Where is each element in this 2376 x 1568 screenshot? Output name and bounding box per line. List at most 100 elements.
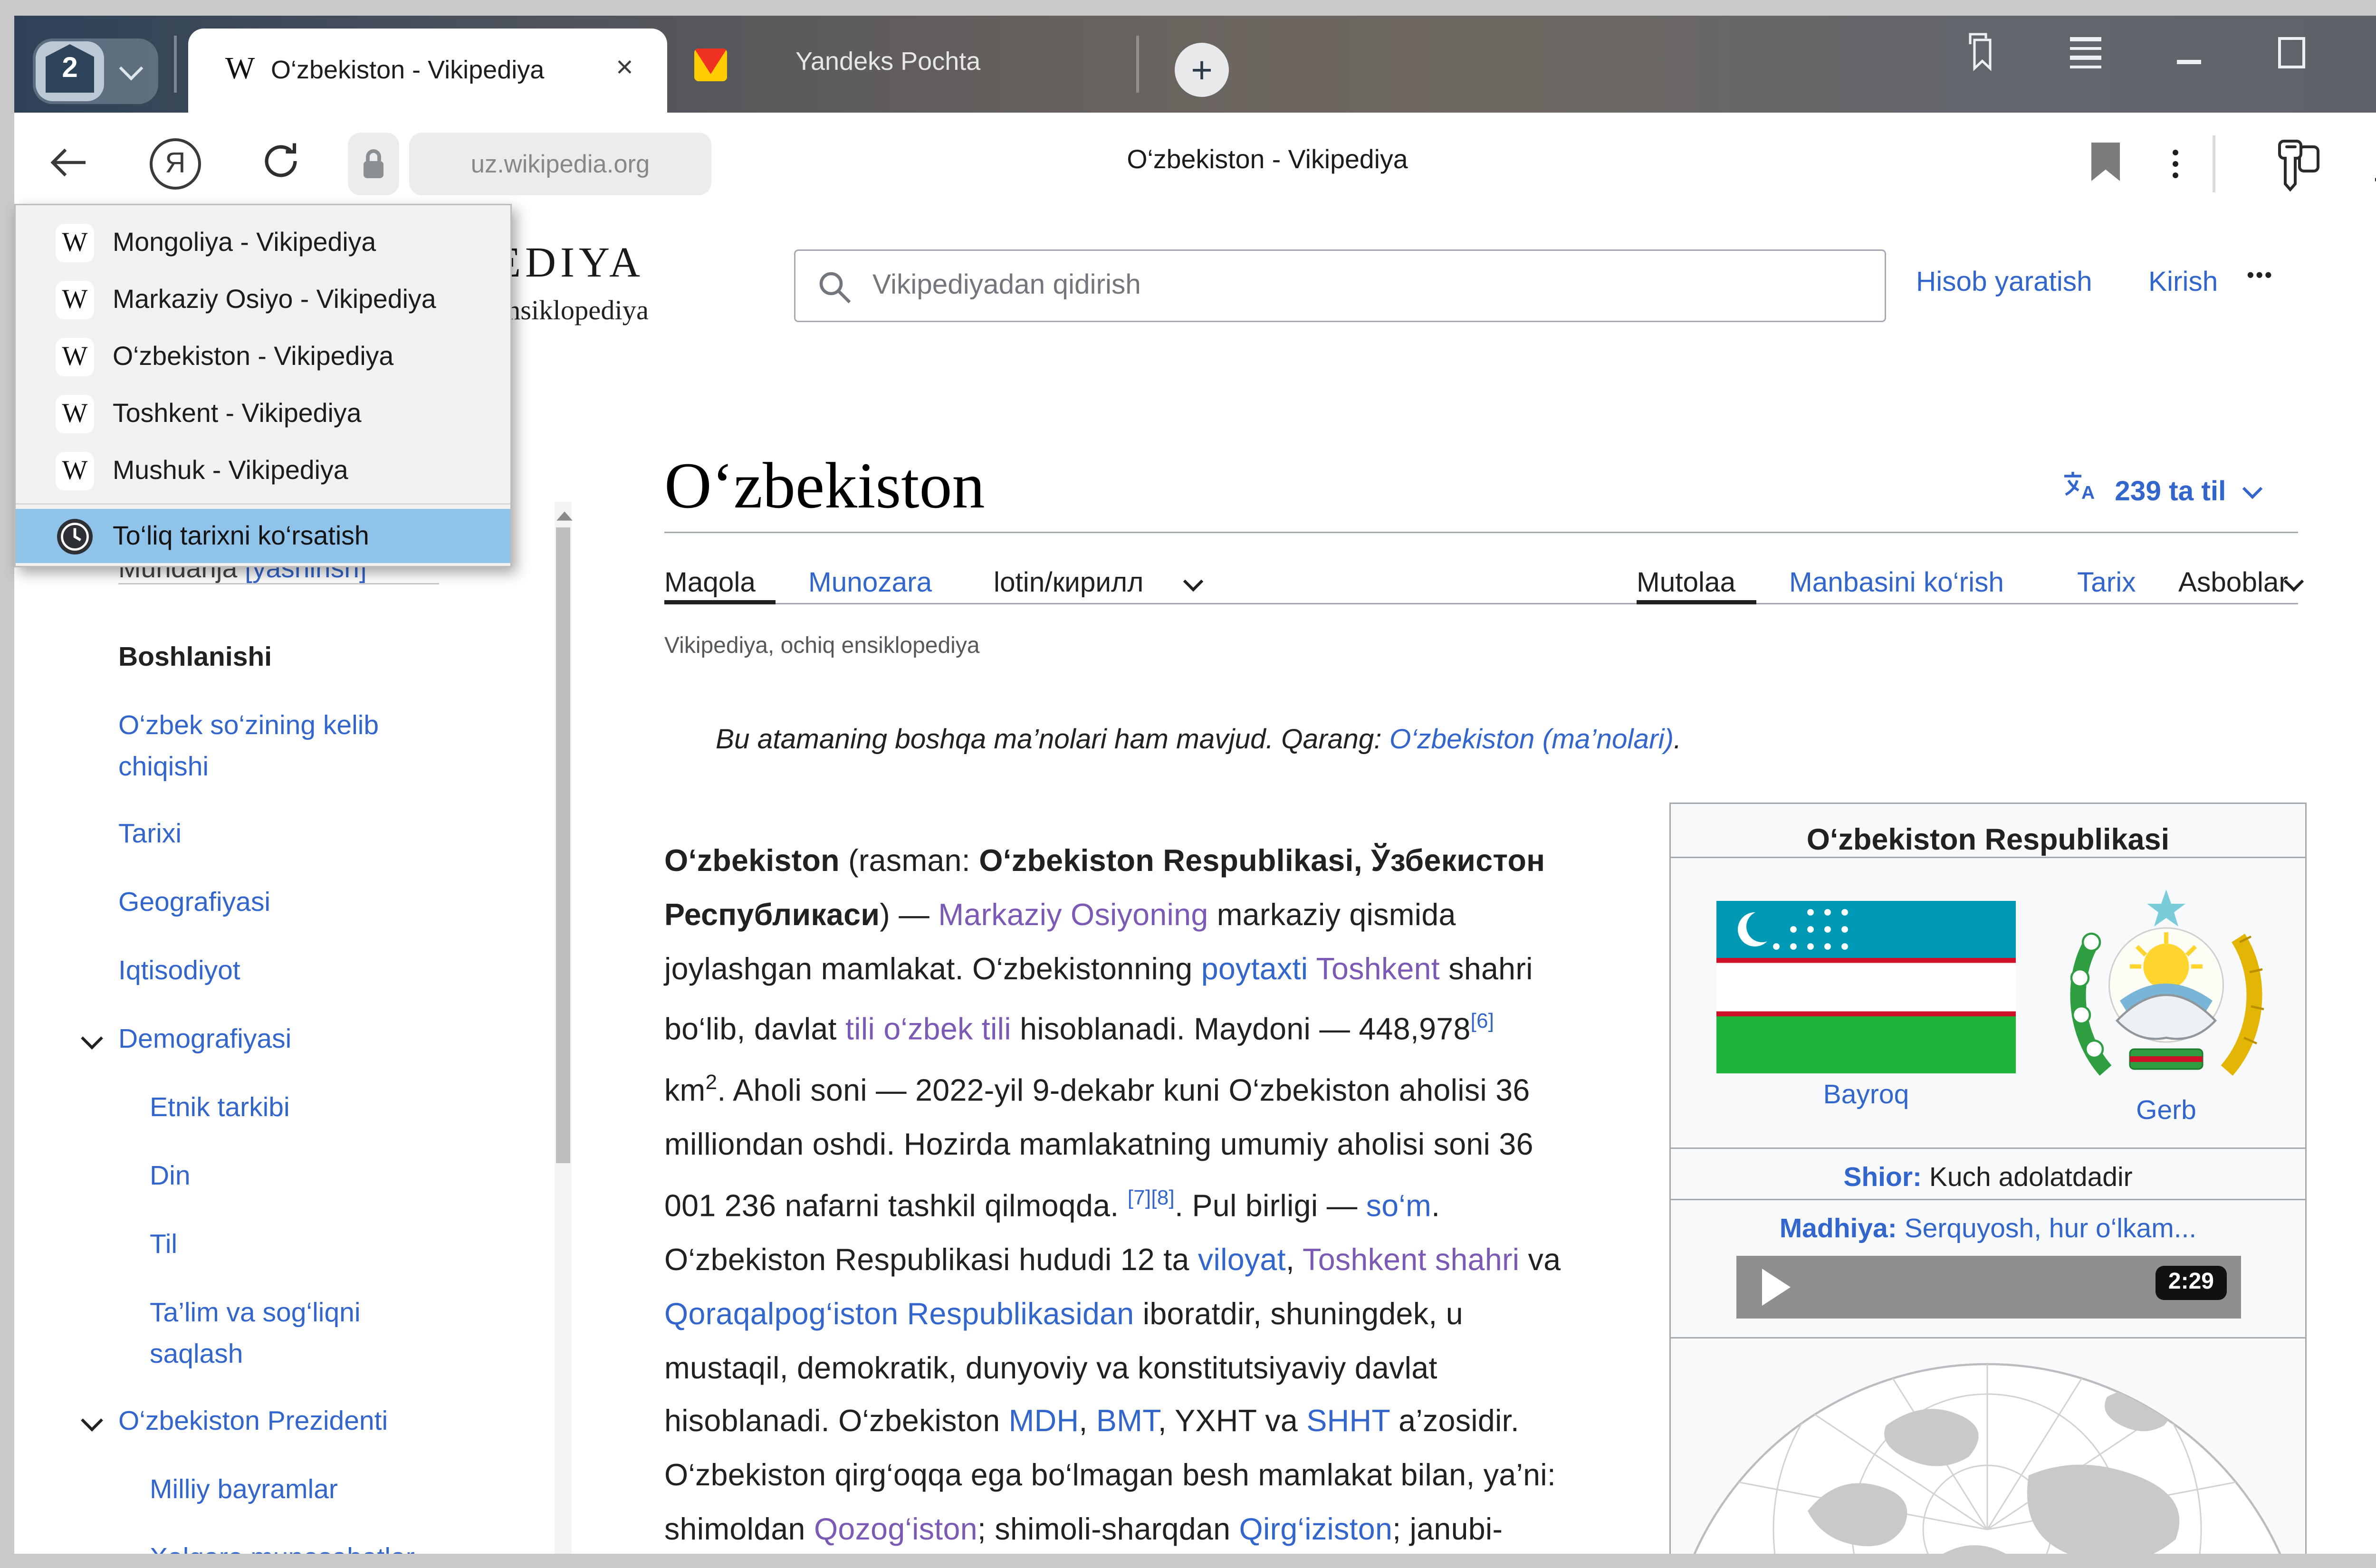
yandex-mail-icon xyxy=(694,48,727,81)
toc-item-iqtisodiyot[interactable]: Iqtisodiyot xyxy=(118,951,240,992)
minimize-icon[interactable] xyxy=(2177,60,2201,64)
sidebar-scrollbar[interactable] xyxy=(555,502,572,1554)
infobox: O‘zbekiston Respublikasi xyxy=(1669,803,2307,1554)
site-security-badge[interactable] xyxy=(348,133,399,195)
history-item[interactable]: W Mongoliya - Vikipediya xyxy=(16,214,510,271)
show-full-history-item[interactable]: To‘liq tarixni ko‘rsatish xyxy=(16,509,510,563)
kebab-menu-icon[interactable] xyxy=(2167,144,2184,184)
toc-item-geografiyasi[interactable]: Geografiyasi xyxy=(118,882,270,924)
language-selector[interactable]: A 239 ta til xyxy=(2061,466,2260,509)
anthem-title-link[interactable]: Serquyosh, hur o‘lkam... xyxy=(1897,1214,2196,1244)
history-item[interactable]: W O‘zbekiston - Vikipediya xyxy=(16,328,510,385)
yandex-search-icon[interactable]: Я xyxy=(150,138,201,190)
back-history-dropdown: W Mongoliya - Vikipediya W Markaziy Osiy… xyxy=(14,204,512,567)
wikipedia-w-icon: W xyxy=(56,338,94,376)
toc-item-xalqaro[interactable]: Xalqaro munosabatlar xyxy=(150,1538,415,1554)
toc-expand-icon[interactable] xyxy=(81,1409,103,1432)
tab-title: O‘zbekiston - Vikipediya xyxy=(271,56,610,86)
toc-divider xyxy=(118,583,439,584)
page-title: O‘zbekiston xyxy=(664,448,985,523)
history-item[interactable]: W Markaziy Osiyo - Vikipediya xyxy=(16,271,510,328)
tab-munozara[interactable]: Munozara xyxy=(808,567,932,600)
toc-item-boshlanishi[interactable]: Boshlanishi xyxy=(118,637,272,679)
login-link[interactable]: Kirish xyxy=(2148,267,2218,299)
wikipedia-w-icon: W xyxy=(56,224,94,262)
tab-manbasini[interactable]: Manbasini ko‘rish xyxy=(1789,567,2004,600)
anthem-row: Madhiya: Serquyosh, hur o‘lkam... xyxy=(1671,1214,2305,1246)
dropdown-divider xyxy=(16,503,510,505)
toc-expand-icon[interactable] xyxy=(81,1027,103,1050)
address-bar[interactable]: uz.wikipedia.org xyxy=(409,133,711,195)
clock-icon xyxy=(56,517,94,563)
tab-variant[interactable]: lotin/кирилл xyxy=(994,567,1143,600)
audio-duration-badge: 2:29 xyxy=(2156,1266,2227,1300)
flag-of-uzbekistan[interactable] xyxy=(1716,901,2016,1080)
emblem-of-uzbekistan[interactable] xyxy=(2063,878,2270,1099)
tab-group-badge[interactable]: 2 xyxy=(33,38,158,104)
screenshot-stage: 2 W O‘zbekiston - Vikipediya × Yandeks P… xyxy=(0,0,2376,1568)
tab-tarix[interactable]: Tarix xyxy=(2077,567,2136,600)
play-icon[interactable] xyxy=(1762,1269,1791,1306)
toc-item-ozbek-sozi[interactable]: O‘zbek so‘zining kelib chiqishi xyxy=(118,706,446,788)
more-options-icon[interactable]: ••• xyxy=(2247,264,2273,288)
active-tab-underline xyxy=(664,600,776,604)
tabbar-divider-2 xyxy=(1136,36,1139,93)
passwords-keys-icon[interactable] xyxy=(2267,134,2327,201)
audio-player[interactable]: 2:29 xyxy=(1736,1256,2241,1319)
toolbar-divider xyxy=(2213,135,2215,192)
tabbar-divider xyxy=(174,36,177,93)
toolbar-page-title: O‘zbekiston - Vikipediya xyxy=(1127,144,1408,175)
toc-item-etnik[interactable]: Etnik tarkibi xyxy=(150,1088,290,1129)
download-icon[interactable] xyxy=(2369,138,2376,194)
new-tab-button[interactable]: + xyxy=(1175,43,1229,97)
toc-item-milliy[interactable]: Milliy bayramlar xyxy=(150,1470,338,1511)
toc-item-prezidenti[interactable]: O‘zbekiston Prezidenti xyxy=(118,1401,388,1443)
history-item[interactable]: W Mushuk - Vikipediya xyxy=(16,442,510,499)
create-account-link[interactable]: Hisob yaratish xyxy=(1916,267,2092,299)
toc-item-talim[interactable]: Ta’lim va sog‘liqni saqlash xyxy=(150,1293,449,1376)
toc-item-til[interactable]: Til xyxy=(150,1224,177,1266)
wikipedia-w-icon: W xyxy=(56,452,94,490)
search-input[interactable]: Vikipediyadan qidirish xyxy=(872,269,1141,302)
back-button[interactable] xyxy=(47,141,90,191)
reload-button[interactable] xyxy=(258,138,304,191)
infobox-title: O‘zbekiston Respublikasi xyxy=(1671,824,2305,858)
sidebar-scroll-thumb xyxy=(556,527,570,1163)
language-count-label: 239 ta til xyxy=(2115,476,2226,507)
wikipedia-w-icon: W xyxy=(56,395,94,433)
lock-icon xyxy=(361,147,386,181)
toc-item-din[interactable]: Din xyxy=(150,1156,191,1197)
translate-icon: A xyxy=(2061,479,2106,510)
motto-link[interactable]: Shior: xyxy=(1843,1163,1922,1193)
svg-text:A: A xyxy=(2081,483,2095,503)
tab-mutolaa[interactable]: Mutolaa xyxy=(1637,567,1735,600)
tabs-rule xyxy=(664,603,2298,604)
scroll-up-icon xyxy=(556,511,573,520)
toc-item-tarixi[interactable]: Tarixi xyxy=(118,814,182,855)
bookmarks-panel-icon[interactable] xyxy=(1963,31,1999,78)
maximize-icon[interactable] xyxy=(2278,37,2305,68)
history-item[interactable]: W Toshkent - Vikipediya xyxy=(16,385,510,442)
show-full-history-label: To‘liq tarixni ko‘rsatish xyxy=(113,520,369,552)
menu-icon[interactable] xyxy=(2070,37,2101,69)
search-icon xyxy=(815,268,853,312)
motto-text: Kuch adolatdadir xyxy=(1922,1163,2133,1193)
anthem-label-link[interactable]: Madhiya: xyxy=(1780,1214,1897,1244)
chevron-down-icon xyxy=(1183,572,1203,592)
motto-row: Shior: Kuch adolatdadir xyxy=(1671,1163,2305,1195)
tab-active[interactable]: W O‘zbekiston - Vikipediya × xyxy=(188,29,667,113)
toc-item-demografiyasi[interactable]: Demografiyasi xyxy=(118,1019,291,1061)
chevron-down-icon xyxy=(2242,479,2262,499)
active-view-underline xyxy=(1637,600,1756,604)
location-map-globe[interactable] xyxy=(1672,1340,2304,1554)
search-box[interactable]: Vikipediyadan qidirish xyxy=(794,249,1886,322)
tab-asboblar[interactable]: Asboblar xyxy=(2178,567,2288,600)
tab-close-icon[interactable]: × xyxy=(616,51,633,86)
emblem-caption-link[interactable]: Gerb xyxy=(2063,1096,2270,1128)
site-subtitle: Vikipediya, ochiq ensiklopediya xyxy=(664,634,980,660)
chevron-down-icon[interactable] xyxy=(119,57,144,81)
tab-inactive[interactable]: Yandeks Pochta xyxy=(795,47,980,77)
flag-caption-link[interactable]: Bayroq xyxy=(1716,1080,2016,1112)
wikipedia-w-icon: W xyxy=(56,281,94,319)
tab-maqola[interactable]: Maqola xyxy=(664,567,756,600)
